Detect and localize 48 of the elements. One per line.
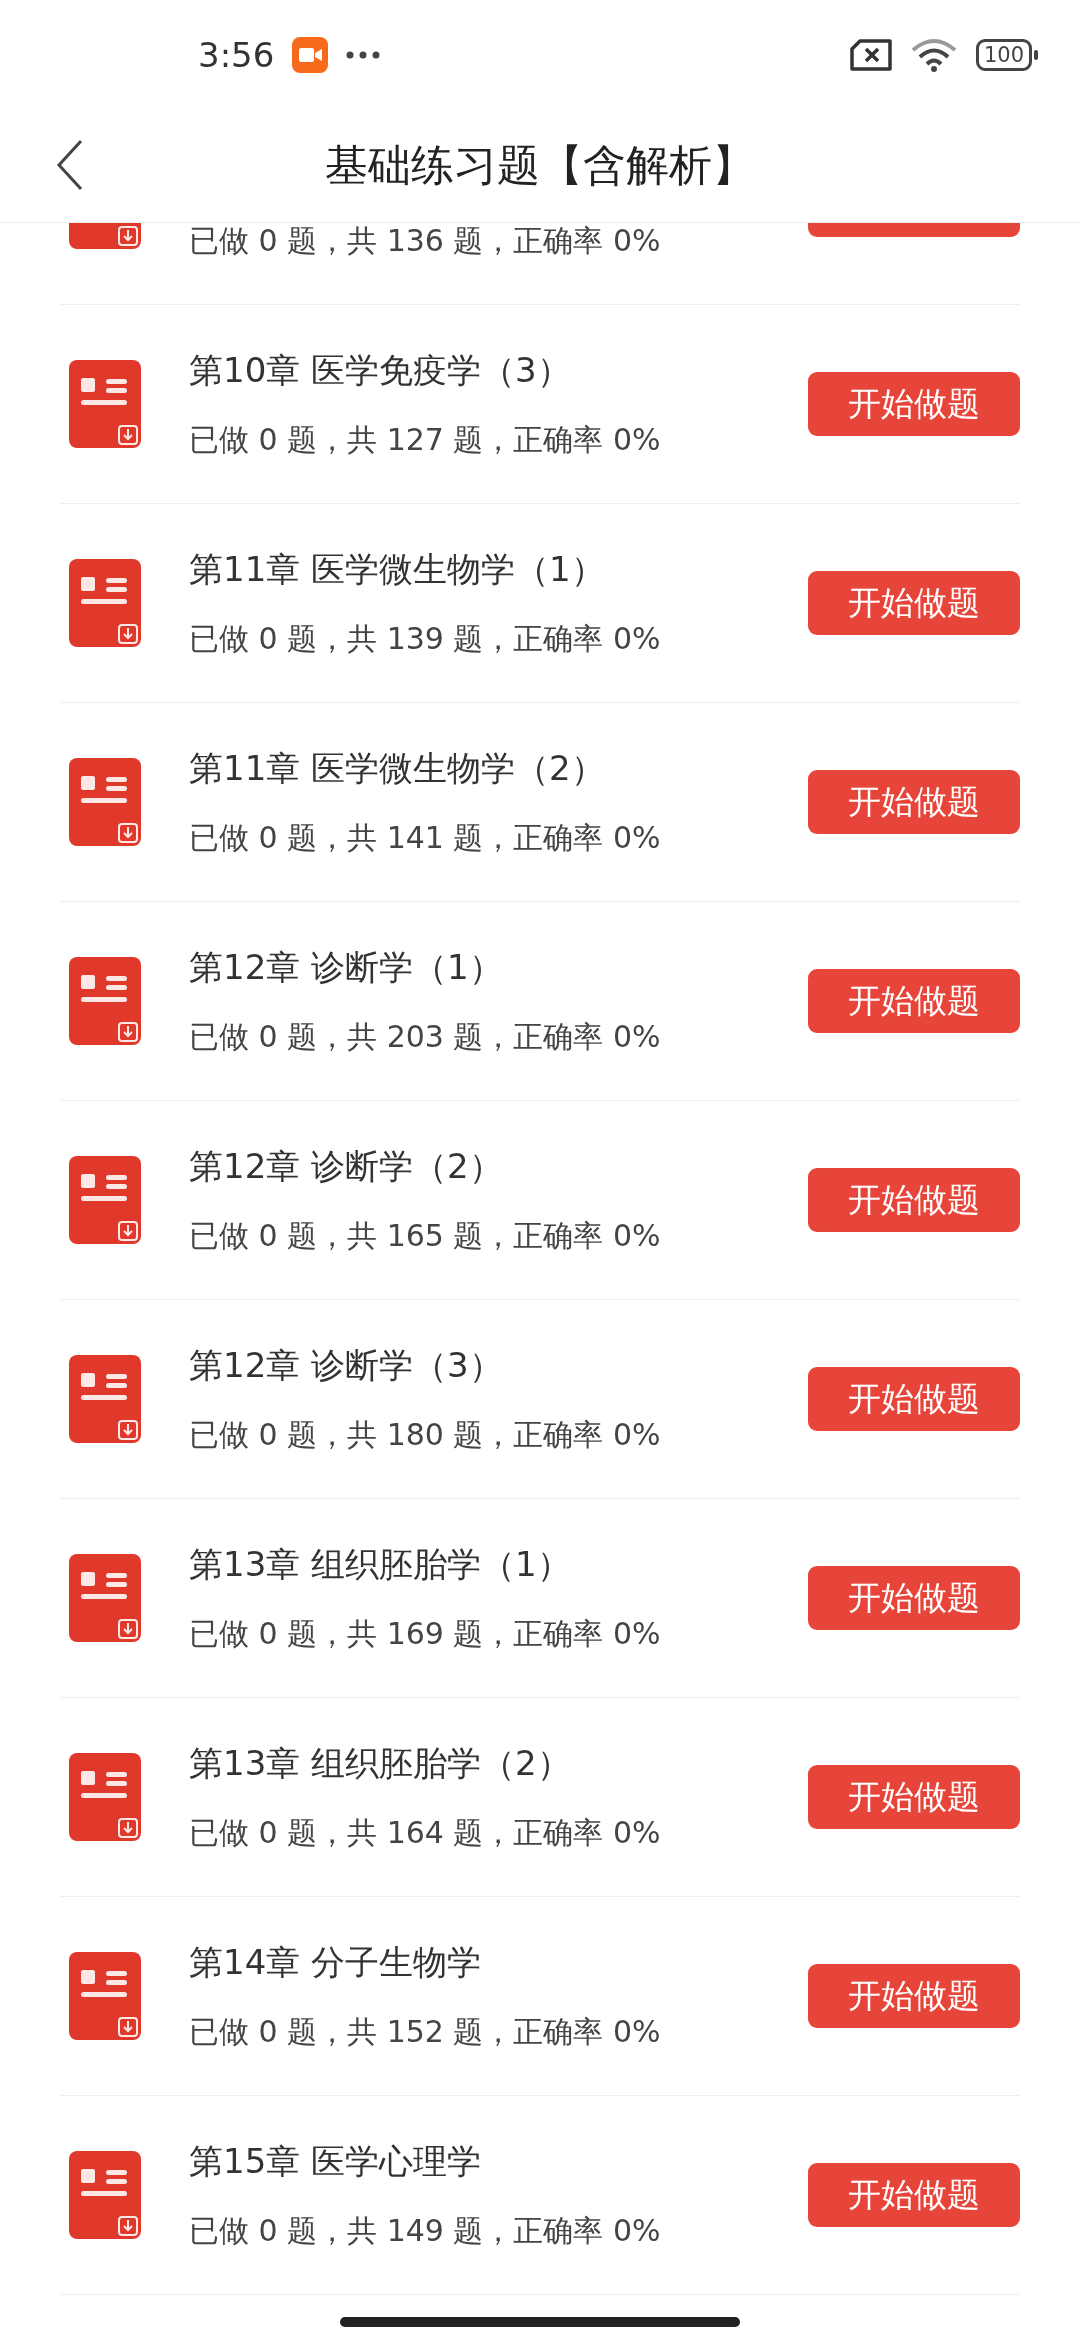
document-icon xyxy=(69,2151,141,2239)
start-button[interactable]: 开始做题 xyxy=(808,1964,1020,2028)
start-button[interactable]: 开始做题 xyxy=(808,1566,1020,1630)
document-icon xyxy=(69,1156,141,1244)
chapter-stats: 已做 0 题，共 180 题，正确率 0% xyxy=(189,1416,662,1454)
start-button[interactable]: 开始做题 xyxy=(808,1765,1020,1829)
document-icon xyxy=(69,360,141,448)
video-camera-icon xyxy=(292,37,329,73)
document-icon xyxy=(69,1952,141,2040)
chapter-title[interactable]: 第11章 医学微生物学（2） xyxy=(189,746,808,790)
start-button[interactable]: 开始做题 xyxy=(808,2163,1020,2227)
chapter-title[interactable]: 第12章 诊断学（2） xyxy=(189,1144,808,1188)
chapter-title[interactable]: 第12章 诊断学（3） xyxy=(189,1343,808,1387)
document-icon xyxy=(69,1753,141,1841)
start-button[interactable]: 开始做题 xyxy=(808,1168,1020,1232)
chapter-stats: 已做 0 题，共 139 题，正确率 0% xyxy=(189,620,662,658)
start-button[interactable]: 开始做题 xyxy=(808,1367,1020,1431)
start-button[interactable]: 开始做题 xyxy=(808,372,1020,436)
chapter-stats: 已做 0 题，共 165 题，正确率 0% xyxy=(189,1217,662,1255)
chapter-stats: 已做 0 题，共 169 题，正确率 0% xyxy=(189,1615,662,1653)
no-sim-icon xyxy=(849,39,892,71)
chapter-stats: 已做 0 题，共 152 题，正确率 0% xyxy=(189,2013,662,2051)
more-icon xyxy=(346,51,381,59)
status-time: 3:56 xyxy=(198,35,275,75)
chapter-title[interactable]: 第13章 组织胚胎学（1） xyxy=(189,1542,808,1586)
chapter-stats: 已做 0 题，共 127 题，正确率 0% xyxy=(189,421,662,459)
chapter-title[interactable]: 第11章 医学微生物学（1） xyxy=(189,547,808,591)
chapter-title[interactable]: 第14章 分子生物学 xyxy=(189,1940,808,1984)
document-icon xyxy=(69,1554,141,1642)
chapter-title[interactable]: 第13章 组织胚胎学（2） xyxy=(189,1741,808,1785)
document-icon xyxy=(69,559,141,647)
document-icon xyxy=(69,957,141,1045)
chapter-stats: 已做 0 题，共 203 题，正确率 0% xyxy=(189,1018,662,1056)
home-indicator[interactable] xyxy=(340,2317,740,2327)
start-button[interactable]: 开始做题 xyxy=(808,770,1020,834)
chapter-stats: 已做 0 题，共 164 题，正确率 0% xyxy=(189,1814,662,1852)
start-button[interactable]: 开始做题 xyxy=(808,571,1020,635)
chapter-title[interactable]: 第15章 医学心理学 xyxy=(189,2139,808,2183)
document-icon xyxy=(69,758,141,846)
document-icon xyxy=(69,1355,141,1443)
chapter-title[interactable]: 第12章 诊断学（1） xyxy=(189,945,808,989)
chapter-stats: 已做 0 题，共 141 题，正确率 0% xyxy=(189,819,662,857)
page-title: 基础练习题【含解析】 xyxy=(325,139,755,192)
chapter-stats: 已做 0 题，共 136 题，正确率 0% xyxy=(189,223,662,260)
start-button[interactable]: 开始做题 xyxy=(808,969,1020,1033)
chapter-title[interactable]: 第10章 医学免疫学（3） xyxy=(189,348,808,392)
chapter-stats: 已做 0 题，共 149 题，正确率 0% xyxy=(189,2212,662,2250)
wifi-icon xyxy=(909,38,958,72)
